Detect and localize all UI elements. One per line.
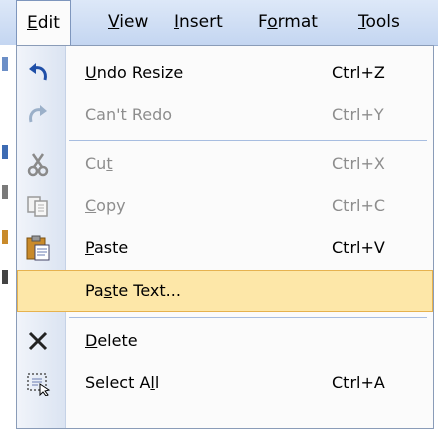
menu-item-label: Paste Text... — [85, 281, 181, 300]
document-edge — [0, 45, 16, 433]
undo-icon — [21, 56, 55, 90]
menu-item-select-all[interactable]: Select All Ctrl+A — [17, 362, 433, 404]
menu-item-label: Undo Resize — [85, 63, 184, 82]
menu-separator — [69, 317, 427, 318]
menu-item-paste[interactable]: Paste Ctrl+V — [17, 227, 433, 269]
menu-separator — [69, 140, 427, 141]
menu-bar: Edit View Insert Format Tools — [0, 0, 438, 46]
paste-icon — [21, 231, 55, 265]
menu-item-label: Copy — [85, 196, 126, 215]
shortcut-label: Ctrl+V — [332, 238, 385, 257]
copy-icon — [21, 189, 55, 223]
menu-tools[interactable]: Tools — [348, 0, 410, 45]
menu-item-copy: Copy Ctrl+C — [17, 185, 433, 227]
shortcut-label: Ctrl+X — [332, 154, 385, 173]
menu-item-undo[interactable]: Undo Resize Ctrl+Z — [17, 52, 433, 94]
doc-fragment — [2, 185, 8, 199]
menu-item-label: Cut — [85, 154, 113, 173]
menu-format[interactable]: Format — [248, 0, 328, 45]
edit-menu-dropdown: Undo Resize Ctrl+Z Can't Redo Ctrl+Y Cut… — [16, 45, 434, 429]
select-all-icon — [21, 366, 55, 400]
menu-item-cut: Cut Ctrl+X — [17, 143, 433, 185]
menu-item-paste-text[interactable]: Paste Text... — [17, 270, 433, 312]
doc-fragment — [2, 230, 8, 244]
menu-view[interactable]: View — [98, 0, 158, 45]
shortcut-label: Ctrl+Z — [332, 63, 385, 82]
menu-item-label: Select All — [85, 373, 160, 392]
doc-fragment — [2, 145, 8, 159]
menu-item-label: Paste — [85, 238, 129, 257]
shortcut-label: Ctrl+Y — [332, 105, 384, 124]
menu-edit[interactable]: Edit — [16, 0, 71, 46]
cut-icon — [21, 147, 55, 181]
delete-icon — [21, 324, 55, 358]
menu-insert[interactable]: Insert — [164, 0, 233, 45]
shortcut-label: Ctrl+A — [332, 373, 385, 392]
menu-item-delete[interactable]: Delete — [17, 320, 433, 362]
menu-item-redo: Can't Redo Ctrl+Y — [17, 94, 433, 136]
doc-fragment — [2, 57, 8, 71]
redo-icon — [21, 98, 55, 132]
menu-item-label: Can't Redo — [85, 105, 173, 124]
doc-fragment — [2, 270, 8, 284]
shortcut-label: Ctrl+C — [332, 196, 386, 215]
menu-item-label: Delete — [85, 331, 138, 350]
